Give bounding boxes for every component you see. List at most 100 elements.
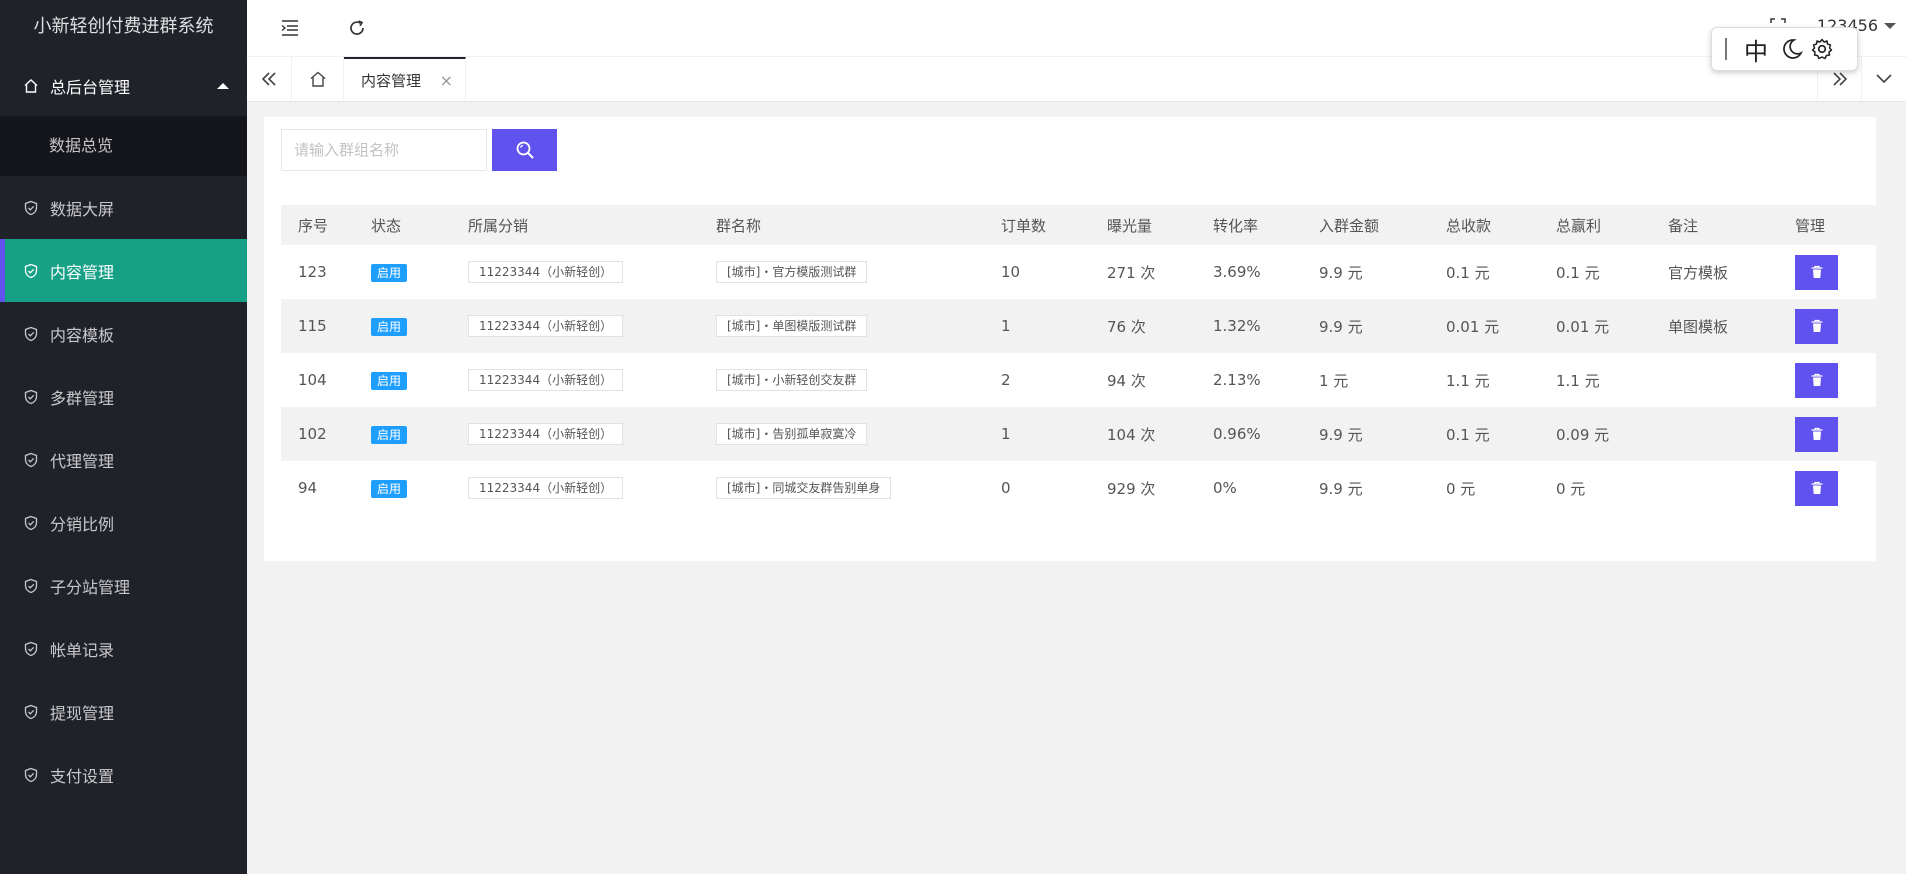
- column-header: 所属分销: [451, 205, 699, 245]
- tab-bar: 内容管理 ×: [247, 57, 1906, 102]
- search-input[interactable]: [281, 129, 487, 171]
- tabs-scroll-left-button[interactable]: [247, 57, 292, 101]
- sidebar: 小新轻创付费进群系统 总后台管理 数据总览 数据大屏 内容管理 内容模板 多群管…: [0, 0, 247, 874]
- cell-rate: 2.13%: [1213, 371, 1261, 389]
- cell-income: 0.01 元: [1429, 299, 1539, 353]
- cell-income: 0.1 元: [1429, 407, 1539, 461]
- shield-check-icon: [22, 388, 40, 406]
- sidebar-item-label: 总后台管理: [50, 78, 131, 97]
- delete-button[interactable]: [1795, 416, 1838, 452]
- status-badge: 启用: [371, 263, 408, 282]
- cell-id: 104: [298, 371, 327, 389]
- tab-content-management[interactable]: 内容管理 ×: [344, 57, 466, 101]
- cell-remark: [1651, 353, 1778, 407]
- refresh-icon: [350, 20, 364, 35]
- menu-toggle-button[interactable]: [276, 14, 304, 42]
- cell-exposure: 76 次: [1090, 299, 1196, 353]
- sidebar-item-distribution-ratio[interactable]: 分销比例: [0, 491, 247, 554]
- caret-up-icon: [217, 83, 229, 89]
- cell-orders: 2: [1001, 371, 1011, 389]
- shield-check-icon: [22, 577, 40, 595]
- sidebar-item-withdraw[interactable]: 提现管理: [0, 680, 247, 743]
- cell-remark: 官方模板: [1668, 263, 1729, 282]
- cell-profit: 0.1 元: [1556, 263, 1600, 282]
- cell-rate: 3.69%: [1213, 263, 1261, 281]
- sidebar-item-agent[interactable]: 代理管理: [0, 428, 247, 491]
- delete-button[interactable]: [1795, 308, 1838, 344]
- sidebar-item-substation[interactable]: 子分站管理: [0, 554, 247, 617]
- column-header: 总收款: [1429, 205, 1539, 245]
- trash-icon: [1811, 319, 1822, 332]
- column-header: 曝光量: [1090, 205, 1196, 245]
- cell-rate: 1.32%: [1196, 299, 1302, 353]
- cell-id: 115: [281, 299, 354, 353]
- group-name-tag: [城市]・官方模版测试群: [716, 261, 868, 283]
- close-icon[interactable]: ×: [440, 71, 453, 90]
- table-row: 115 启用 11223344（小新轻创） [城市]・单图模版测试群 1 76 …: [281, 299, 1876, 353]
- cell-remark: [1651, 407, 1778, 461]
- cell-id: 123: [298, 263, 327, 281]
- delete-button[interactable]: [1795, 470, 1838, 506]
- sidebar-subitem-overview[interactable]: 数据总览: [0, 116, 247, 176]
- sidebar-item-label: 提现管理: [50, 703, 115, 723]
- chevron-down-icon: [1876, 74, 1892, 84]
- table-row: 123 启用 11223344（小新轻创） [城市]・官方模版测试群 10 27…: [281, 245, 1876, 299]
- sidebar-item-payment[interactable]: 支付设置: [0, 743, 247, 806]
- sidebar-item-multi-group[interactable]: 多群管理: [0, 365, 247, 428]
- tab-home[interactable]: [292, 57, 344, 101]
- shield-check-icon: [22, 325, 40, 343]
- cell-price: 9.9 元: [1302, 407, 1429, 461]
- cell-price: 9.9 元: [1319, 479, 1363, 498]
- cell-income: 0.1 元: [1446, 263, 1490, 282]
- top-header: 123456: [247, 0, 1906, 57]
- column-header: 群名称: [699, 205, 984, 245]
- trash-icon: [1811, 481, 1822, 494]
- double-chevron-left-icon: [261, 72, 276, 86]
- sidebar-item-data-screen[interactable]: 数据大屏: [0, 176, 247, 239]
- cell-orders: 10: [1001, 263, 1021, 281]
- sidebar-item-content[interactable]: 内容管理: [0, 239, 247, 302]
- cell-exposure: 104 次: [1090, 407, 1196, 461]
- cell-orders: 1: [984, 299, 1090, 353]
- cell-remark: 单图模板: [1651, 299, 1778, 353]
- column-header: 总赢利: [1539, 205, 1651, 245]
- cell-orders: 1: [984, 407, 1090, 461]
- sidebar-item-label: 数据大屏: [50, 199, 115, 219]
- home-icon: [310, 71, 325, 87]
- sidebar-item-label: 分销比例: [50, 514, 115, 534]
- gear-icon[interactable]: [1807, 34, 1837, 64]
- tabs-menu-button[interactable]: [1861, 57, 1906, 101]
- trash-icon: [1811, 427, 1822, 440]
- refresh-button[interactable]: [343, 14, 371, 42]
- distributor-tag: 11223344（小新轻创）: [468, 423, 624, 445]
- home-icon: [22, 77, 40, 95]
- cell-profit: 1.1 元: [1556, 371, 1600, 390]
- delete-button[interactable]: [1795, 362, 1838, 398]
- delete-button[interactable]: [1795, 254, 1838, 290]
- shield-check-icon: [22, 640, 40, 658]
- ime-toolbar: 中: [1711, 27, 1858, 71]
- cell-id: 102: [281, 407, 354, 461]
- shield-check-icon: [22, 703, 40, 721]
- ime-language-toggle[interactable]: 中: [1741, 32, 1771, 67]
- shield-check-icon: [22, 199, 40, 217]
- cell-profit: 0.09 元: [1539, 407, 1651, 461]
- sidebar-item-bills[interactable]: 帐单记录: [0, 617, 247, 680]
- search-button[interactable]: [492, 129, 557, 171]
- table-row: 104 启用 11223344（小新轻创） [城市]・小新轻创交友群 2 94 …: [281, 353, 1876, 407]
- sidebar-item-label: 子分站管理: [50, 577, 131, 597]
- trash-icon: [1811, 373, 1822, 386]
- app-logo-title: 小新轻创付费进群系统: [33, 16, 214, 37]
- cell-profit: 0 元: [1556, 479, 1586, 498]
- status-badge: 启用: [371, 371, 408, 390]
- sidebar-item-content-template[interactable]: 内容模板: [0, 302, 247, 365]
- sidebar-item-admin[interactable]: 总后台管理: [0, 56, 247, 116]
- shield-check-icon: [22, 262, 40, 280]
- group-name-tag: [城市]・单图模版测试群: [716, 315, 868, 337]
- moon-icon[interactable]: [1777, 34, 1807, 64]
- group-name-tag: [城市]・告别孤单寂寞冷: [716, 423, 868, 445]
- cell-price: 9.9 元: [1302, 299, 1429, 353]
- sidebar-item-label: 帐单记录: [50, 640, 115, 660]
- drag-handle-icon[interactable]: [1725, 38, 1733, 60]
- column-header: 序号: [281, 205, 354, 245]
